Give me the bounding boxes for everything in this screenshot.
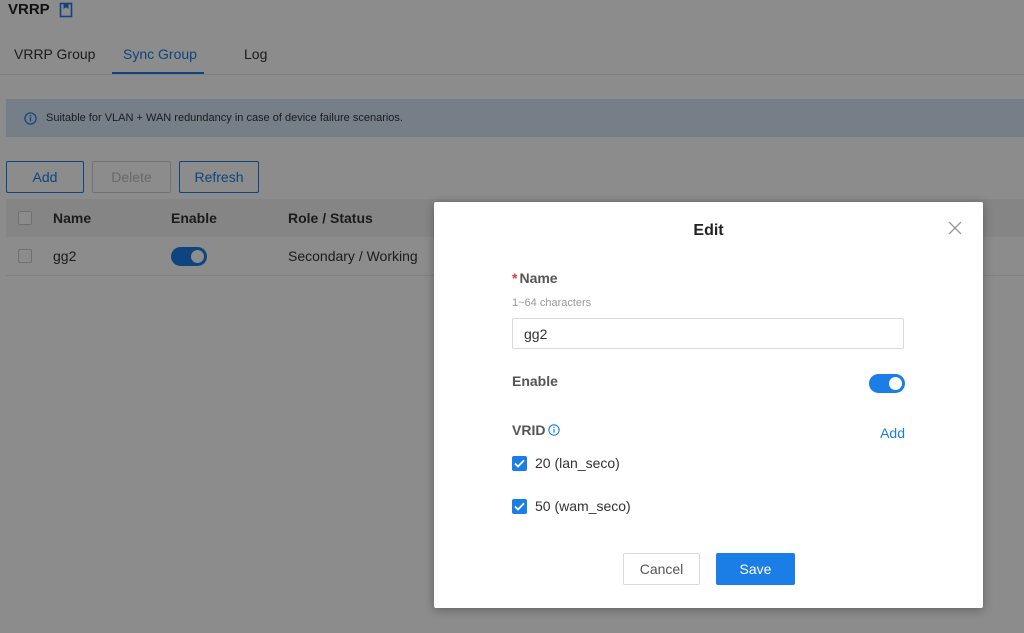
enable-toggle[interactable] (869, 374, 905, 393)
save-button[interactable]: Save (716, 553, 795, 585)
vrid-item-label: 50 (wam_seco) (535, 498, 631, 514)
vrid-item-label: 20 (lan_seco) (535, 455, 620, 471)
checkmark-icon (514, 459, 525, 468)
checkmark-icon (514, 502, 525, 511)
dialog-title: Edit (693, 222, 724, 239)
info-icon[interactable] (548, 424, 561, 436)
vrid-checkbox[interactable] (512, 455, 527, 471)
vrid-label: VRID (512, 422, 561, 438)
vrid-add-link[interactable]: Add (880, 425, 905, 441)
cancel-button[interactable]: Cancel (623, 553, 700, 585)
close-icon[interactable] (947, 220, 963, 236)
vrid-checkbox[interactable] (512, 498, 527, 514)
edit-dialog: Edit *Name 1~64 characters Enable VRID A… (434, 202, 983, 608)
enable-label: Enable (512, 373, 558, 389)
required-marker: * (512, 270, 518, 286)
name-input[interactable] (512, 318, 904, 349)
name-field-hint: 1~64 characters (512, 297, 592, 309)
vrid-item[interactable]: 20 (lan_seco) (512, 455, 620, 471)
vrid-item[interactable]: 50 (wam_seco) (512, 498, 631, 514)
name-field-label: * Name (512, 270, 558, 286)
